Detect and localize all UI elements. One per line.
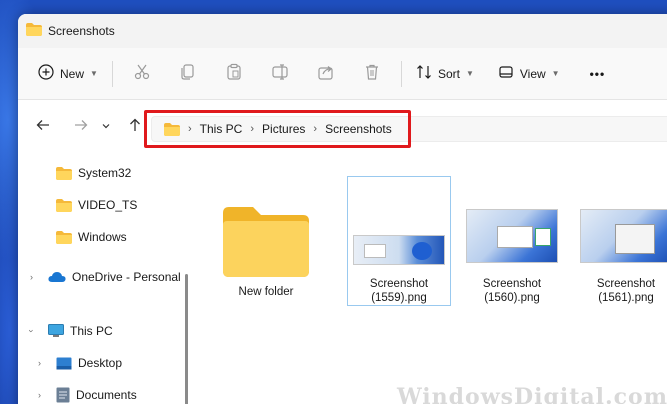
new-button-label: New [60, 66, 85, 81]
view-button-label: View [519, 66, 546, 81]
sidebar-item-documents[interactable]: Documents [56, 384, 137, 404]
thumbnail-dialog-shape [497, 226, 533, 248]
sidebar-item-label: OneDrive - Personal [72, 270, 181, 284]
folder-icon [56, 230, 72, 244]
sidebar-item-onedrive[interactable]: OneDrive - Personal [48, 266, 181, 288]
title-bar[interactable]: Screenshots [18, 14, 667, 48]
new-button[interactable]: New ▼ [30, 58, 106, 90]
arrow-left-icon [35, 117, 51, 138]
chevron-down-icon: ▼ [90, 69, 98, 78]
chevron-down-icon: ▼ [465, 69, 474, 78]
file-name: Screenshot (1560).png [482, 278, 542, 304]
image-thumbnail [353, 177, 445, 269]
toolbar-divider [111, 60, 113, 87]
sidebar-item-windows[interactable]: Windows [56, 226, 127, 248]
file-item-new-folder[interactable]: New folder [214, 176, 318, 306]
sidebar-item-system32[interactable]: System32 [56, 162, 131, 184]
arrow-up-icon [127, 117, 143, 138]
file-item-screenshot-1561[interactable]: Screenshot (1561).png [574, 176, 667, 306]
clipboard-icon [225, 63, 243, 84]
copy-button[interactable] [165, 58, 211, 90]
sidebar-item-label: This PC [70, 324, 113, 338]
file-name: Screenshot (1561).png [596, 278, 656, 304]
rename-icon [271, 63, 289, 84]
view-icon [498, 64, 514, 83]
sidebar-item-label: System32 [78, 166, 132, 180]
command-bar: New ▼ Sort ▼ View ▼ ••• [18, 48, 667, 100]
sort-button[interactable]: Sort ▼ [408, 58, 482, 90]
image-thumbnail [466, 177, 558, 269]
copy-icon [179, 63, 197, 84]
scissors-icon [133, 63, 151, 84]
folder-icon [56, 198, 72, 212]
file-item-screenshot-1559[interactable]: Screenshot (1559).png [347, 176, 451, 306]
cut-button[interactable] [119, 58, 165, 90]
address-highlight-annotation [144, 110, 411, 148]
navigation-pane: System32 VIDEO_TS Windows › OneDrive - P… [18, 154, 190, 404]
chevron-down-icon: ▼ [551, 69, 560, 78]
monitor-icon [48, 324, 64, 338]
chevron-right-icon[interactable]: › [30, 272, 33, 282]
sidebar-scrollbar[interactable] [185, 274, 188, 404]
thumbnail-bloom-shape [412, 242, 432, 260]
chevron-down-icon[interactable]: › [27, 330, 37, 333]
plus-circle-icon [38, 64, 54, 83]
chevron-down-icon [101, 118, 111, 136]
folder-thumbnail [223, 177, 309, 277]
screenshot-thumbnail [466, 209, 558, 263]
rename-button[interactable] [257, 58, 303, 90]
chevron-right-icon[interactable]: › [38, 358, 41, 368]
file-name: Screenshot (1559).png [369, 278, 429, 304]
toolbar-divider [400, 60, 402, 87]
see-more-button[interactable]: ••• [582, 58, 614, 90]
thumbnail-window-shape [364, 244, 386, 258]
documents-icon [56, 387, 70, 403]
watermark-logo: WindowsDigital.com [396, 384, 667, 404]
thumbnail-dialog-shape [615, 224, 655, 254]
folder-icon [26, 23, 42, 39]
sort-button-label: Sort [437, 66, 460, 81]
sidebar-item-desktop[interactable]: Desktop [56, 352, 122, 374]
screenshot-thumbnail [353, 235, 445, 265]
onedrive-icon [48, 271, 66, 283]
back-button[interactable] [28, 112, 58, 142]
paste-button[interactable] [211, 58, 257, 90]
delete-button[interactable] [349, 58, 395, 90]
share-icon [317, 63, 335, 84]
folder-icon [223, 207, 309, 277]
recent-locations-button[interactable] [96, 112, 116, 142]
sidebar-item-label: Windows [78, 230, 127, 244]
file-name: New folder [238, 286, 294, 298]
file-list-area: New folder Screenshot (1559).png Screens… [190, 154, 667, 404]
forward-button[interactable] [66, 112, 96, 142]
more-icon: ••• [589, 66, 606, 81]
sidebar-item-label: VIDEO_TS [78, 198, 138, 212]
sort-icon [416, 64, 432, 83]
view-button[interactable]: View ▼ [490, 58, 568, 90]
sidebar-item-video-ts[interactable]: VIDEO_TS [56, 194, 137, 216]
window-title: Screenshots [48, 24, 115, 38]
sidebar-item-label: Desktop [78, 356, 123, 370]
trash-icon [363, 63, 381, 84]
thumbnail-panel-shape [535, 228, 551, 246]
sidebar-item-this-pc[interactable]: This PC [48, 320, 113, 342]
image-thumbnail [580, 177, 667, 269]
arrow-right-icon [73, 117, 89, 138]
share-button[interactable] [303, 58, 349, 90]
chevron-right-icon[interactable]: › [38, 390, 41, 400]
screenshot-thumbnail [580, 209, 667, 263]
desktop-icon [56, 357, 72, 370]
sidebar-item-label: Documents [76, 388, 137, 402]
file-explorer-window: Screenshots New ▼ Sort ▼ View ▼ ••• › Th… [18, 14, 667, 404]
folder-icon [56, 166, 72, 180]
navigation-row: › This PC › Pictures › Screenshots [18, 100, 667, 154]
file-item-screenshot-1560[interactable]: Screenshot (1560).png [460, 176, 564, 306]
